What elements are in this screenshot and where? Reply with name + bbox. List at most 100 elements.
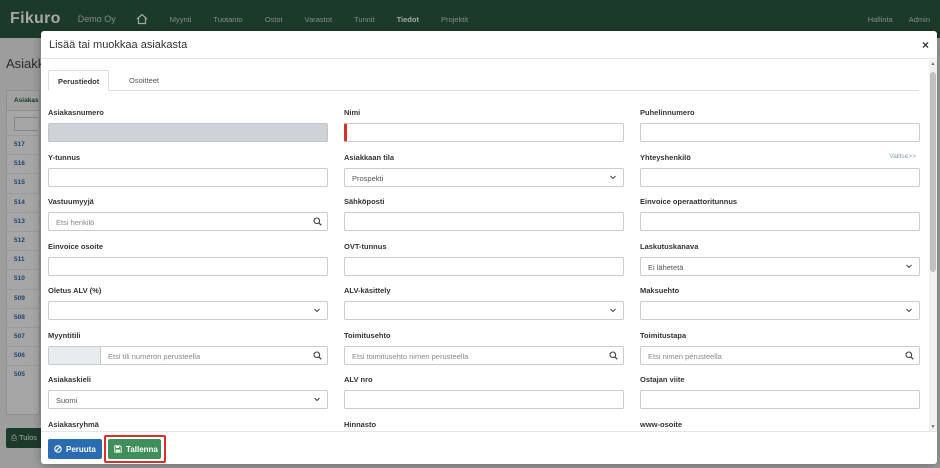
label-asiakasnumero: Asiakasnumero (48, 108, 104, 117)
asiakkaan-tila-select[interactable]: Prospekti (344, 168, 624, 187)
search-icon[interactable] (313, 351, 322, 360)
asiakaskieli-value: Suomi (56, 396, 78, 405)
label-einvoice-osoite: Einvoice osoite (48, 242, 104, 251)
puhelinnumero-input[interactable] (640, 123, 920, 142)
customer-edit-modal: Lisää tai muokkaa asiakasta × Perustiedo… (41, 31, 937, 464)
label-myyntitili: Myyntitili (48, 331, 81, 340)
search-icon[interactable] (905, 351, 914, 360)
vastuumyyja-search-input[interactable]: Etsi henkilö (48, 212, 328, 231)
asiakasnumero-input (48, 123, 328, 142)
label-laskutuskanava: Laskutuskanava (640, 242, 699, 251)
save-icon (114, 445, 122, 453)
oletus-alv-select[interactable] (48, 301, 328, 320)
chevron-down-icon (314, 397, 320, 402)
field-einvoice-osoite: Einvoice osoite (48, 242, 328, 276)
field-y-tunnus: Y-tunnus (48, 153, 328, 187)
label-asiakaskieli: Asiakaskieli (48, 375, 91, 384)
chevron-down-icon (906, 308, 912, 313)
field-hinnasto: Hinnasto (344, 420, 624, 431)
ban-icon (54, 445, 62, 453)
scroll-down-icon[interactable]: ▼ (930, 424, 936, 430)
alv-nro-input[interactable] (344, 390, 624, 409)
label-toimitustapa: Toimitustapa (640, 331, 687, 340)
field-ostajan-viite: Ostajan viite (640, 375, 920, 409)
field-maksuehto: Maksuehto (640, 286, 920, 320)
einvoice-operaattori-input[interactable] (640, 212, 920, 231)
tab-bar: Perustiedot Osoitteet (48, 70, 919, 91)
einvoice-osoite-input[interactable] (48, 257, 328, 276)
label-hinnasto: Hinnasto (344, 420, 377, 429)
tab-osoitteet[interactable]: Osoitteet (120, 70, 168, 91)
field-puhelinnumero: Puhelinnumero (640, 108, 920, 142)
field-asiakasnumero: Asiakasnumero (48, 108, 328, 142)
toimitusehto-placeholder: Etsi toimitusehto nimen perusteella (352, 352, 469, 361)
close-icon[interactable]: × (922, 38, 929, 52)
label-sahkoposti: Sähköposti (344, 197, 385, 206)
myyntitili-placeholder: Etsi tili numeron perusteella (108, 352, 201, 361)
modal-scrollbar[interactable]: ▲ ▼ (929, 60, 937, 431)
laskutuskanava-select[interactable]: Ei lähetetä (640, 257, 920, 276)
label-ostajan-viite: Ostajan viite (640, 375, 685, 384)
asiakaskieli-select[interactable]: Suomi (48, 390, 328, 409)
label-toimitusehto: Toimitusehto (344, 331, 391, 340)
y-tunnus-input[interactable] (48, 168, 328, 187)
label-vastuumyyja: Vastuumyyjä (48, 197, 94, 206)
field-asiakkaan-tila: Asiakkaan tila Prospekti (344, 153, 624, 187)
label-asiakkaan-tila: Asiakkaan tila (344, 153, 395, 162)
field-laskutuskanava: Laskutuskanava Ei lähetetä (640, 242, 920, 276)
modal-body: Perustiedot Osoitteet Asiakasnumero Nimi… (41, 60, 929, 431)
search-icon[interactable] (609, 351, 618, 360)
tab-perustiedot[interactable]: Perustiedot (48, 70, 110, 91)
label-oletus-alv: Oletus ALV (%) (48, 286, 102, 295)
save-button-label: Tallenna (126, 444, 158, 454)
valitse-link[interactable]: Valitse>> (889, 153, 916, 160)
cancel-button[interactable]: Peruuta (48, 439, 102, 459)
label-einvoice-operaattori: Einvoice operaattoritunnus (640, 197, 738, 206)
field-toimitustapa: Toimitustapa Etsi nimen perusteella (640, 331, 920, 365)
field-nimi: Nimi (344, 108, 624, 142)
maksuehto-select[interactable] (640, 301, 920, 320)
chevron-down-icon (610, 175, 616, 180)
label-y-tunnus: Y-tunnus (48, 153, 81, 162)
field-asiakasryhma: Asiakasryhmä (48, 420, 328, 431)
chevron-down-icon (906, 264, 912, 269)
field-einvoice-operaattori: Einvoice operaattoritunnus (640, 197, 920, 231)
field-vastuumyyja: Vastuumyyjä Etsi henkilö (48, 197, 328, 231)
label-alv-nro: ALV nro (344, 375, 373, 384)
yhteyshenkilo-input[interactable] (640, 168, 920, 187)
vastuumyyja-placeholder: Etsi henkilö (56, 218, 95, 227)
scroll-up-icon[interactable]: ▲ (930, 61, 936, 67)
field-myyntitili: Myyntitili Etsi tili numeron perusteella (48, 331, 328, 365)
search-icon[interactable] (313, 217, 322, 226)
nimi-input[interactable] (344, 123, 624, 142)
label-asiakasryhma: Asiakasryhmä (48, 420, 99, 429)
ovt-tunnus-input[interactable] (344, 257, 624, 276)
modal-title: Lisää tai muokkaa asiakasta (49, 39, 188, 51)
label-yhteyshenkilo: Yhteyshenkilö (640, 153, 691, 162)
field-yhteyshenkilo: Yhteyshenkilö Valitse>> (640, 153, 920, 187)
modal-header: Lisää tai muokkaa asiakasta × (41, 31, 937, 59)
myyntitili-number-addon (49, 347, 101, 364)
scrollbar-thumb[interactable] (930, 72, 936, 272)
sahkoposti-input[interactable] (344, 212, 624, 231)
cancel-button-label: Peruuta (66, 444, 96, 454)
save-button[interactable]: Tallenna (108, 439, 161, 459)
chevron-down-icon (314, 308, 320, 313)
field-oletus-alv: Oletus ALV (%) (48, 286, 328, 320)
field-ovt-tunnus: OVT-tunnus (344, 242, 624, 276)
field-sahkoposti: Sähköposti (344, 197, 624, 231)
ostajan-viite-input[interactable] (640, 390, 920, 409)
label-www-osoite: www-osoite (640, 420, 683, 429)
label-nimi: Nimi (344, 108, 361, 117)
myyntitili-search-input[interactable]: Etsi tili numeron perusteella (48, 346, 328, 365)
label-puhelinnumero: Puhelinnumero (640, 108, 695, 117)
modal-footer: Peruuta Tallenna (41, 431, 937, 464)
field-toimitusehto: Toimitusehto Etsi toimitusehto nimen per… (344, 331, 624, 365)
toimitustapa-search-input[interactable]: Etsi nimen perusteella (640, 346, 920, 365)
field-asiakaskieli: Asiakaskieli Suomi (48, 375, 328, 409)
toimitusehto-search-input[interactable]: Etsi toimitusehto nimen perusteella (344, 346, 624, 365)
label-maksuehto: Maksuehto (640, 286, 680, 295)
toimitustapa-placeholder: Etsi nimen perusteella (648, 352, 722, 361)
alv-kasittely-select[interactable] (344, 301, 624, 320)
chevron-down-icon (610, 308, 616, 313)
